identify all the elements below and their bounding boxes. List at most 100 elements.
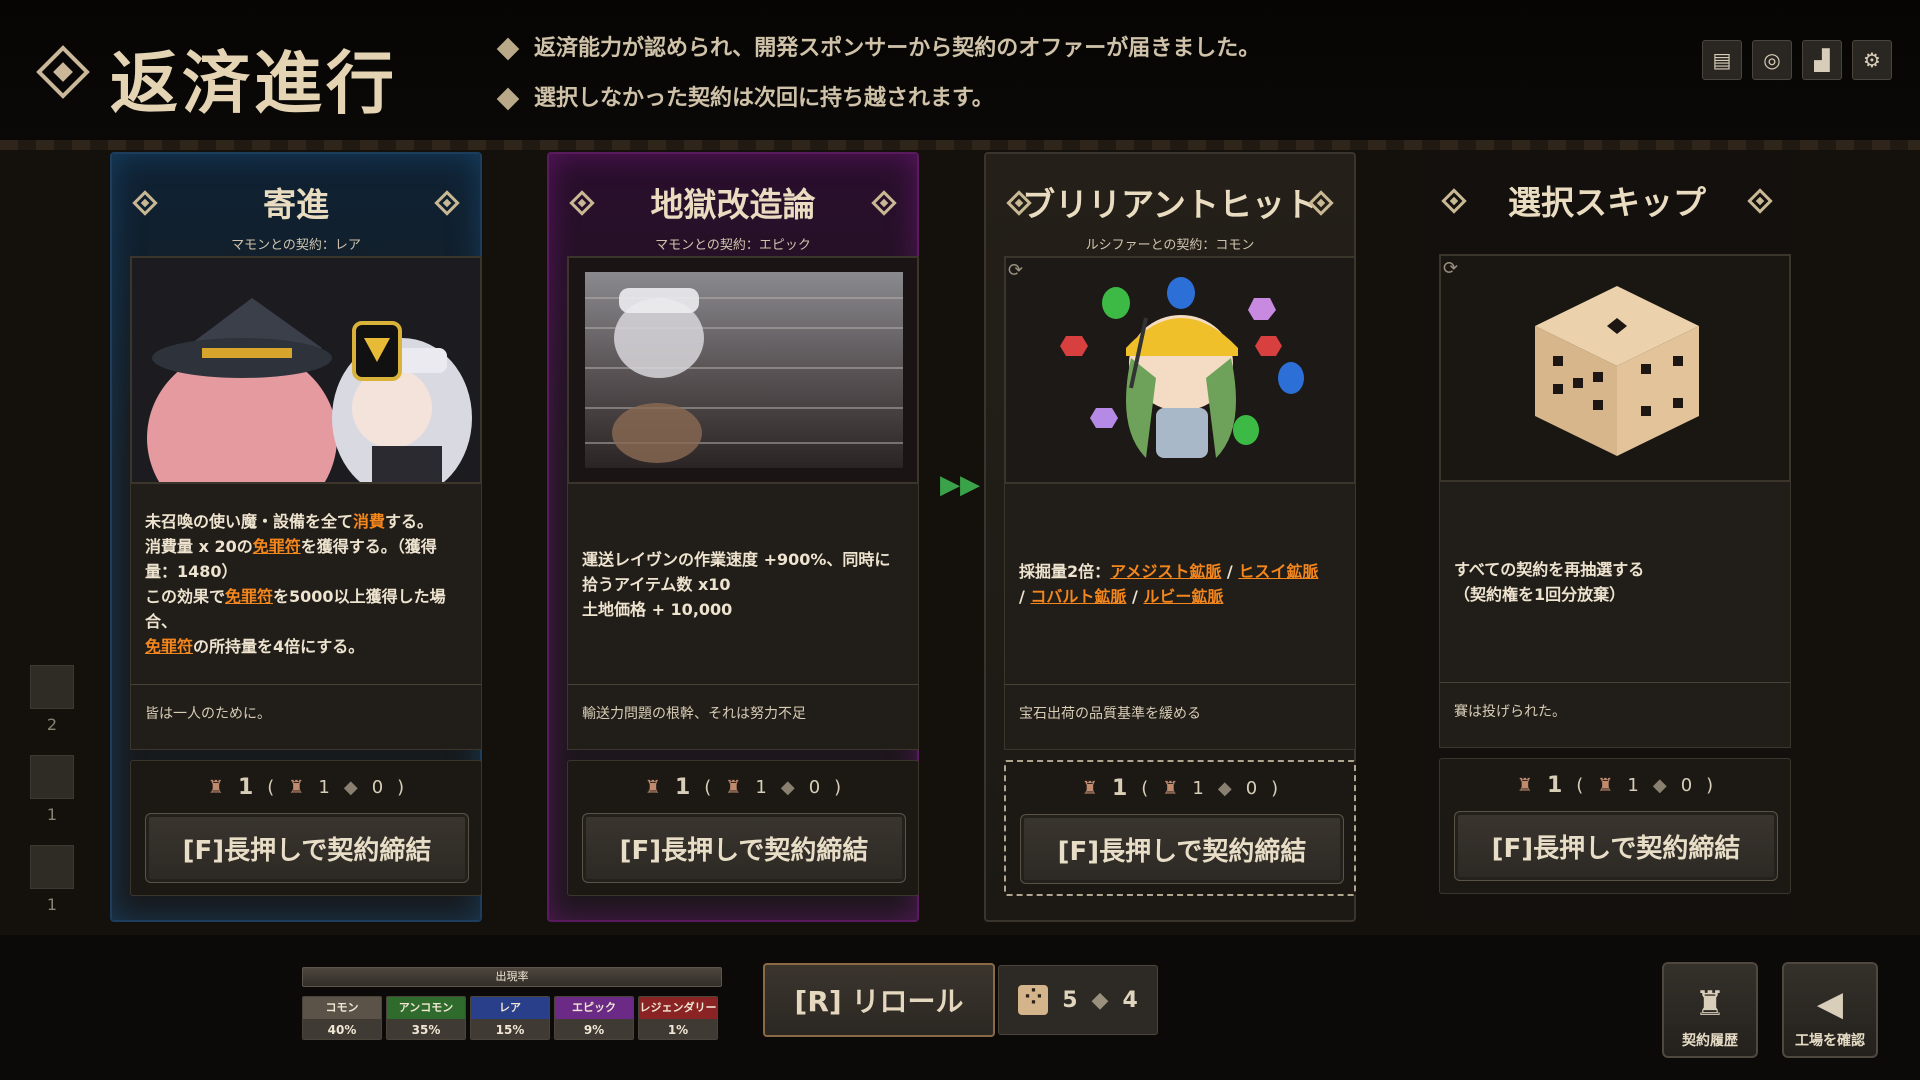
card-subtitle: ルシファーとの契約：コモン	[1085, 238, 1255, 253]
sign-contract-button[interactable]: [F]長押しで契約締結	[582, 813, 906, 883]
cost-row: ♜ 1 ( ♜ 1 ◆ 0 )	[1006, 772, 1354, 804]
rate-name: レア	[471, 997, 549, 1019]
view-factory-label: 工場を確認	[1795, 1033, 1865, 1049]
desc-line: 運送レイヴンの作業速度 +900%、同時に拾うアイテム数 x10	[582, 549, 891, 594]
book-icon[interactable]: ▤	[1702, 40, 1742, 80]
keyword-indulgence[interactable]: 免罪符	[145, 637, 193, 656]
rate-rare: レア 15%	[470, 996, 550, 1040]
rate-epic: エピック 9%	[554, 996, 634, 1040]
paren-open: (	[267, 776, 275, 798]
rate-value: 15%	[471, 1019, 549, 1039]
cost-detail-a: 1	[1192, 777, 1204, 799]
diamond-arrow-icon: ◆	[1217, 777, 1232, 799]
stamp-icon: ♜	[1694, 984, 1726, 1024]
rate-legendary: レジェンダリー 1%	[638, 996, 718, 1040]
desc-line: 採掘量2倍：アメジスト鉱脈 / ヒスイ鉱脈	[1019, 562, 1319, 581]
diamond-arrow-icon: ◆	[780, 776, 795, 798]
notice-1: 返済能力が認められ、開発スポンサーから契約のオファーが届きました。	[496, 30, 1260, 62]
reroll-to: 4	[1122, 987, 1138, 1013]
sign-contract-button[interactable]: [F]長押しで契約締結	[145, 813, 469, 883]
link-jade-vein[interactable]: ヒスイ鉱脈	[1238, 562, 1318, 581]
stamp-icon: ♜	[207, 776, 224, 798]
card-title: 地獄改造論	[650, 185, 816, 224]
cost-row: ♜ 1 ( ♜ 1 ◆ 0 )	[568, 771, 918, 803]
desc-text: 採掘量2倍：	[1019, 562, 1111, 581]
card-header: 寄進 マモンとの契約：レア	[112, 168, 480, 253]
contract-card-3[interactable]: ブリリアントヒット ルシファーとの契約：コモン ⟳ 採掘量2倍：アメジスト鉱脈 …	[984, 152, 1356, 922]
speeding-courier-illustration	[569, 258, 917, 482]
desc-line: 土地価格 + 10,000	[582, 599, 733, 619]
card-subtitle: マモンとの契約：レア	[231, 238, 361, 253]
contract-history-button[interactable]: ♜ 契約履歴	[1662, 962, 1758, 1058]
miner-with-gems-illustration	[1060, 277, 1304, 458]
desc-line: 免罪符の所持量を4倍にする。	[145, 634, 467, 659]
demon-and-girl-illustration	[132, 258, 480, 482]
sign-contract-button[interactable]: [F]長押しで契約締結	[1454, 811, 1778, 881]
link-amethyst-vein[interactable]: アメジスト鉱脈	[1110, 562, 1221, 581]
refresh-icon[interactable]: ⟳	[1443, 258, 1458, 279]
diamond-arrow-icon: ◆	[1652, 774, 1667, 796]
contract-card-1[interactable]: 寄進 マモンとの契約：レア 未召喚の使い魔・設備を全て消費する。 消費量 x 2…	[110, 152, 482, 922]
diamond-icon	[36, 45, 90, 99]
card-subtitle: マモンとの契約：エピック	[655, 238, 811, 253]
card-illustration: ⟳	[1004, 256, 1356, 484]
notice-text: 選択しなかった契約は次回に持ち越されます。	[534, 86, 994, 111]
desc-text: この効果で	[145, 587, 226, 606]
reroll-from: 5	[1062, 987, 1078, 1013]
paren-close: )	[834, 776, 842, 798]
stamp-icon: ♜	[1081, 777, 1098, 799]
target-icon[interactable]: ◎	[1752, 40, 1792, 80]
card-header: ブリリアントヒット ルシファーとの契約：コモン	[986, 168, 1354, 253]
diamond-bullet-icon	[496, 37, 520, 61]
card-title: ブリリアントヒット	[1022, 185, 1318, 224]
paren-close: )	[1706, 774, 1714, 796]
rate-value: 9%	[555, 1019, 633, 1039]
paren-open: (	[704, 776, 712, 798]
header: 返済進行 返済能力が認められ、開発スポンサーから契約のオファーが届きました。 選…	[0, 0, 1920, 140]
rarity-rates: コモン 40% アンコモン 35% レア 15% エピック 9% レジェンダリー…	[302, 996, 718, 1040]
refresh-icon[interactable]: ⟳	[1008, 260, 1023, 281]
view-factory-button[interactable]: ◀ 工場を確認	[1782, 962, 1878, 1058]
card-description: 運送レイヴンの作業速度 +900%、同時に拾うアイテム数 x10 土地価格 + …	[567, 484, 919, 684]
rate-value: 1%	[639, 1019, 717, 1039]
desc-text: 消費量 x 20の	[145, 537, 253, 556]
stamp-icon: ♜	[1162, 777, 1179, 799]
paren-open: (	[1576, 774, 1584, 796]
card-title: 選択スキップ	[1508, 183, 1706, 222]
paren-open: (	[1141, 777, 1149, 799]
rate-name: コモン	[303, 997, 381, 1019]
cost-detail-b: 0	[371, 776, 384, 798]
contract-card-4[interactable]: 選択スキップ ⟳ すべての契約を再抽選する （契約権を1回分放棄） 賽は投げられ…	[1421, 152, 1793, 922]
contract-card-2[interactable]: 地獄改造論 マモンとの契約：エピック 運送レイヴンの作業速度 +900%、同時に…	[547, 152, 919, 922]
cost-value: 1	[674, 774, 691, 800]
reroll-button[interactable]: [R] リロール	[763, 963, 995, 1037]
card-actions: ♜ 1 ( ♜ 1 ◆ 0 ) [F]長押しで契約締結	[130, 760, 482, 896]
rate-value: 40%	[303, 1019, 381, 1039]
cost-detail-b: 0	[1680, 774, 1693, 796]
cost-row: ♜ 1 ( ♜ 1 ◆ 0 )	[1440, 769, 1790, 801]
side-slot	[30, 755, 74, 799]
card-flavor: 皆は一人のために。	[130, 684, 482, 750]
top-icons: ▤ ◎ ▟ ⚙	[1702, 40, 1892, 80]
rate-name: アンコモン	[387, 997, 465, 1019]
stamp-icon: ♜	[644, 776, 661, 798]
rate-common: コモン 40%	[302, 996, 382, 1040]
diamond-arrow-icon: ◆	[343, 776, 358, 798]
link-cobalt-vein[interactable]: コバルト鉱脈	[1030, 587, 1126, 606]
card-actions: ♜ 1 ( ♜ 1 ◆ 0 ) [F]長押しで契約締結	[1004, 760, 1356, 896]
gear-icon[interactable]: ⚙	[1852, 40, 1892, 80]
keyword-indulgence[interactable]: 免罪符	[253, 537, 301, 556]
sign-contract-button[interactable]: [F]長押しで契約締結	[1020, 814, 1344, 884]
card-flavor: 宝石出荷の品質基準を緩める	[1004, 684, 1356, 750]
desc-line: この効果で免罪符を5000以上獲得した場合、	[145, 584, 467, 634]
keyword-indulgence[interactable]: 免罪符	[225, 587, 273, 606]
cost-value: 1	[1111, 775, 1128, 801]
card-description: すべての契約を再抽選する （契約権を1回分放棄）	[1439, 482, 1791, 682]
cost-value: 1	[237, 774, 254, 800]
side-slot	[30, 665, 74, 709]
fast-forward-icon: ▶▶	[940, 470, 980, 500]
stats-icon[interactable]: ▟	[1802, 40, 1842, 80]
card-illustration	[130, 256, 482, 484]
back-arrow-icon: ◀	[1816, 984, 1844, 1024]
link-ruby-vein[interactable]: ルビー鉱脈	[1143, 587, 1223, 606]
